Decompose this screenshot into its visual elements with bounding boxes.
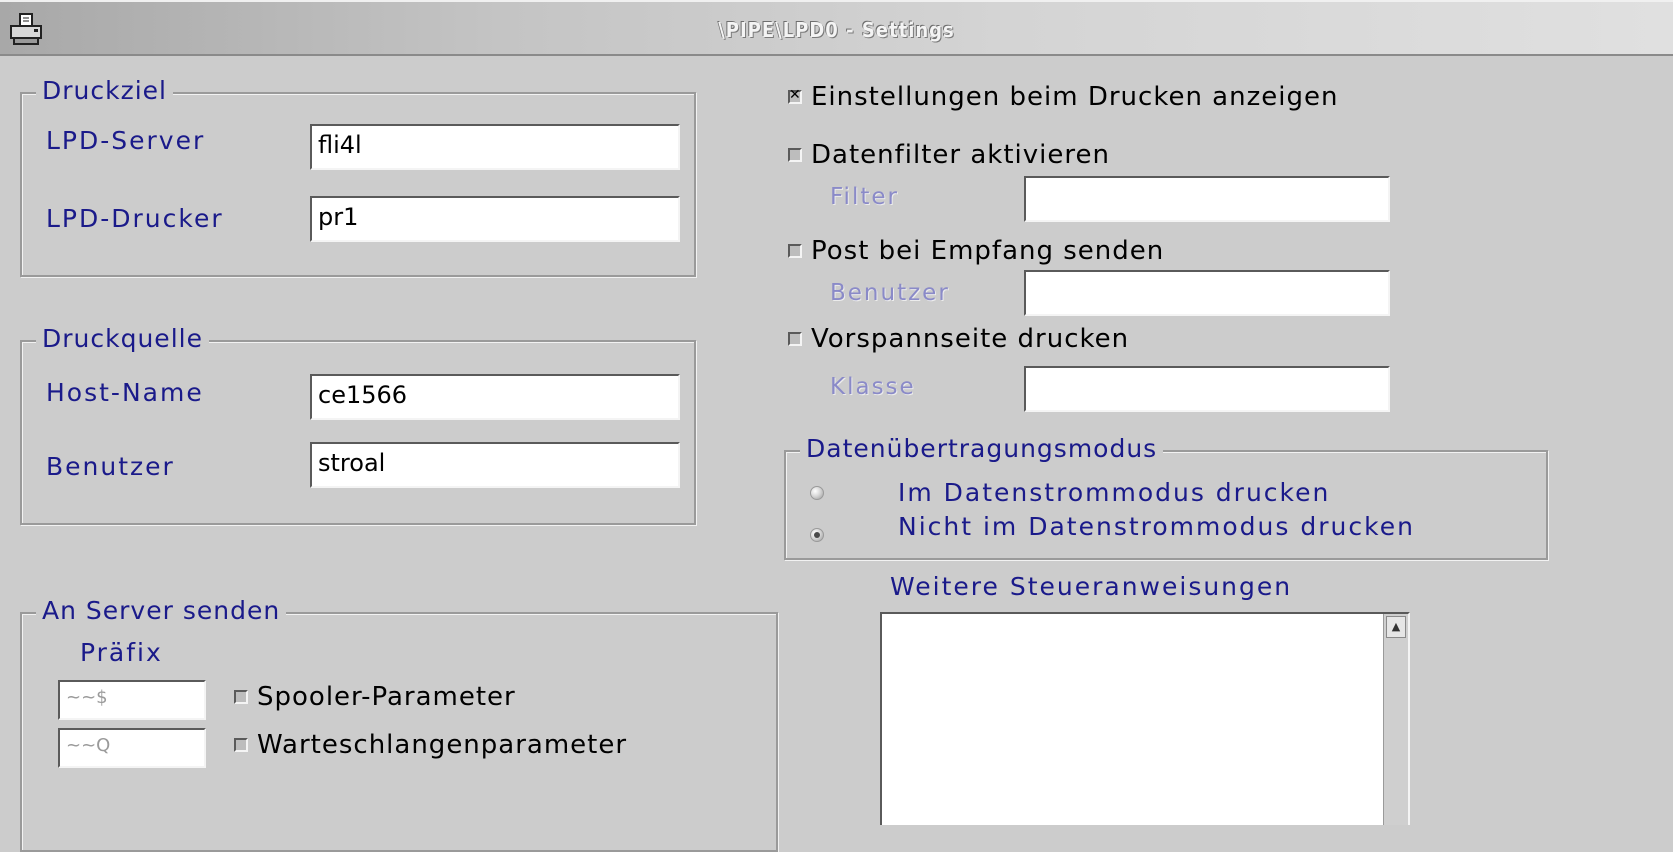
lpd-drucker-label: LPD-Drucker: [46, 204, 224, 233]
warteschlangen-parameter-checkbox[interactable]: Warteschlangenparameter: [234, 730, 627, 760]
lpd-server-label: LPD-Server: [46, 126, 206, 155]
spooler-parameter-label: Spooler-Parameter: [257, 682, 516, 712]
benutzer-input[interactable]: stroal: [310, 442, 680, 488]
post-empfang-label: Post bei Empfang senden: [811, 236, 1165, 266]
radio-datenstrommodus-label: Im Datenstrommodus drucken: [898, 478, 1331, 507]
radio-nicht-datenstrommodus-label: Nicht im Datenstrommodus drucken: [898, 512, 1415, 541]
show-settings-label: Einstellungen beim Drucken anzeigen: [811, 82, 1339, 112]
transfer-mode-title: Datenübertragungsmodus: [800, 432, 1164, 466]
druckquelle-group: Druckquelle: [20, 322, 696, 525]
datenfilter-label: Datenfilter aktivieren: [811, 140, 1110, 170]
spooler-parameter-checkbox[interactable]: Spooler-Parameter: [234, 682, 516, 712]
filter-input[interactable]: [1024, 176, 1390, 222]
prefix-queue-input[interactable]: ~~Q: [58, 728, 206, 768]
show-settings-checkbox[interactable]: Einstellungen beim Drucken anzeigen: [788, 82, 1338, 112]
mail-benutzer-input[interactable]: [1024, 270, 1390, 316]
benutzer-label: Benutzer: [46, 452, 175, 481]
filter-label: Filter: [830, 184, 899, 210]
lpd-server-input[interactable]: fli4l: [310, 124, 680, 170]
mail-benutzer-label: Benutzer: [830, 280, 950, 306]
warteschlangen-parameter-label: Warteschlangenparameter: [257, 730, 628, 760]
datenfilter-checkbox[interactable]: Datenfilter aktivieren: [788, 140, 1110, 170]
klasse-label: Klasse: [830, 374, 916, 400]
datenfilter-checkbox-box[interactable]: [788, 148, 802, 162]
queue-checkbox-box[interactable]: [234, 738, 248, 752]
scroll-up-icon[interactable]: ▲: [1386, 616, 1406, 638]
vorspannseite-checkbox[interactable]: Vorspannseite drucken: [788, 324, 1129, 354]
post-empfang-checkbox[interactable]: Post bei Empfang senden: [788, 236, 1164, 266]
vorspannseite-checkbox-box[interactable]: [788, 332, 802, 346]
radio-nicht-datenstrommodus[interactable]: [810, 528, 824, 542]
druckquelle-title: Druckquelle: [36, 322, 209, 356]
druckziel-group: Druckziel: [20, 74, 696, 277]
server-senden-title: An Server senden: [36, 594, 287, 628]
title-bar[interactable]: \PIPE\LPD0 - Settings: [0, 0, 1673, 56]
radio-datenstrommodus[interactable]: [810, 486, 824, 500]
post-empfang-checkbox-box[interactable]: [788, 244, 802, 258]
vorspannseite-label: Vorspannseite drucken: [811, 324, 1130, 354]
spooler-checkbox-box[interactable]: [234, 690, 248, 704]
druckziel-title: Druckziel: [36, 74, 173, 108]
lpd-drucker-input[interactable]: pr1: [310, 196, 680, 242]
praefix-label: Präfix: [80, 638, 163, 667]
window-title: \PIPE\LPD0 - Settings: [718, 18, 955, 42]
textarea-scrollbar[interactable]: ▲: [1383, 614, 1408, 825]
klasse-input[interactable]: [1024, 366, 1390, 412]
host-name-input[interactable]: ce1566: [310, 374, 680, 420]
show-settings-checkbox-box[interactable]: [788, 87, 802, 104]
weitere-steueranweisungen-label: Weitere Steueranweisungen: [890, 572, 1293, 601]
host-name-label: Host-Name: [46, 378, 204, 407]
prefix-spooler-input[interactable]: ~~$: [58, 680, 206, 720]
weitere-steueranweisungen-textarea[interactable]: ▲: [880, 612, 1410, 825]
